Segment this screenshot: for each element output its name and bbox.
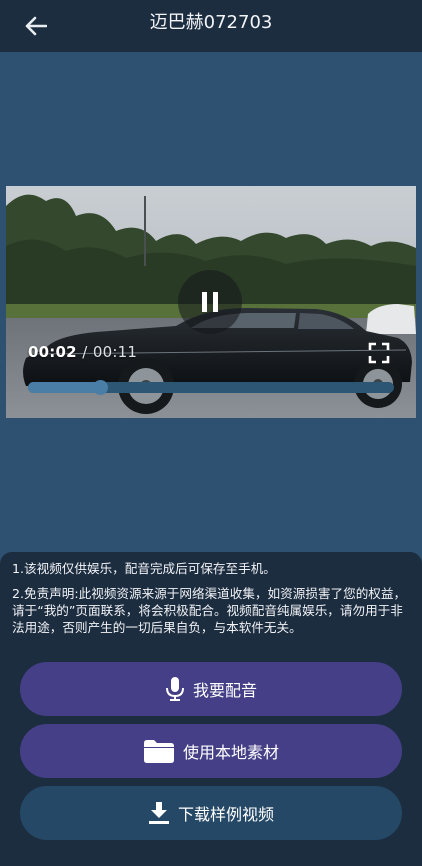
progress-bar[interactable] xyxy=(28,380,394,395)
fullscreen-button[interactable] xyxy=(367,341,391,365)
download-icon xyxy=(148,801,170,825)
fullscreen-icon xyxy=(368,342,390,364)
time-readout: 00:02 / 00:11 xyxy=(28,343,137,361)
use-local-material-button[interactable]: 使用本地素材 xyxy=(20,724,402,778)
page-title: 迈巴赫072703 xyxy=(149,12,273,33)
use-local-material-label: 使用本地素材 xyxy=(182,743,279,762)
duration: 00:11 xyxy=(92,343,138,361)
current-time: 00:02 xyxy=(28,343,77,361)
dub-button[interactable]: 我要配音 xyxy=(20,662,402,716)
progress-thumb[interactable] xyxy=(93,380,108,395)
download-sample-label: 下载样例视频 xyxy=(177,805,274,824)
play-pause-button[interactable] xyxy=(178,270,242,334)
progress-fill xyxy=(28,382,101,393)
notice-line-1: 1.该视频仅供娱乐，配音完成后可保存至手机。 xyxy=(12,561,276,576)
dub-button-label: 我要配音 xyxy=(192,681,257,700)
pause-icon xyxy=(202,292,218,312)
download-sample-button[interactable]: 下载样例视频 xyxy=(20,786,402,840)
top-bar: 迈巴赫072703 xyxy=(0,0,422,52)
folder-icon xyxy=(143,738,175,764)
disclaimer-text: 2.免责声明:此视频资源来源于网络渠道收集，如资源损害了您的权益，请于“我的”页… xyxy=(12,586,407,635)
microphone-icon xyxy=(165,676,185,702)
time-separator: / xyxy=(82,343,88,361)
